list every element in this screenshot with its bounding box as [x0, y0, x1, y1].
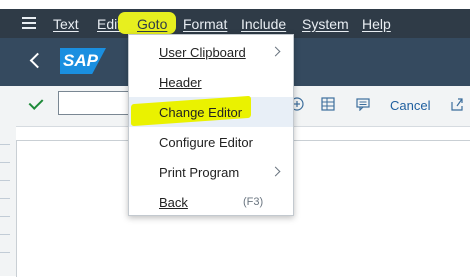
submenu-chevron-icon [270, 46, 281, 57]
shortcut-label: (F3) [243, 196, 264, 208]
menu-item-label: Print Program [159, 165, 240, 180]
export-icon[interactable] [450, 97, 464, 111]
menu-include[interactable]: Include [241, 16, 286, 32]
goto-dropdown-menu: User Clipboard Header Change Editor Conf… [128, 34, 294, 216]
menu-help[interactable]: Help [362, 16, 391, 32]
hamburger-menu-icon[interactable] [22, 17, 36, 29]
menu-item-label: Configure Editor [159, 135, 253, 150]
menu-item-label: Header [159, 75, 202, 90]
enter-checkmark-icon[interactable] [28, 95, 44, 110]
menu-item-back[interactable]: Back (F3) [129, 187, 293, 217]
submenu-chevron-icon [270, 166, 281, 177]
menu-item-header[interactable]: Header [129, 67, 293, 97]
left-gutter [0, 126, 16, 276]
menu-item-label: User Clipboard [159, 45, 246, 60]
back-arrow-icon[interactable] [29, 52, 46, 69]
menu-item-label: Back [159, 195, 188, 210]
menu-item-user-clipboard[interactable]: User Clipboard [129, 37, 293, 67]
sap-logo: SAP [60, 48, 106, 74]
menu-item-label: Change Editor [159, 105, 243, 120]
menu-text[interactable]: Text [53, 16, 79, 32]
menu-goto[interactable]: Goto [137, 16, 167, 32]
menu-system[interactable]: System [302, 16, 349, 32]
menu-item-print-program[interactable]: Print Program [129, 157, 293, 187]
top-strip [0, 0, 470, 9]
grid-table-icon[interactable] [321, 97, 335, 111]
menu-item-configure-editor[interactable]: Configure Editor [129, 127, 293, 157]
cancel-button[interactable]: Cancel [390, 98, 430, 113]
menu-item-change-editor[interactable]: Change Editor [129, 95, 293, 127]
message-icon[interactable] [356, 97, 370, 111]
command-field[interactable] [58, 91, 130, 115]
menu-format[interactable]: Format [183, 16, 227, 32]
